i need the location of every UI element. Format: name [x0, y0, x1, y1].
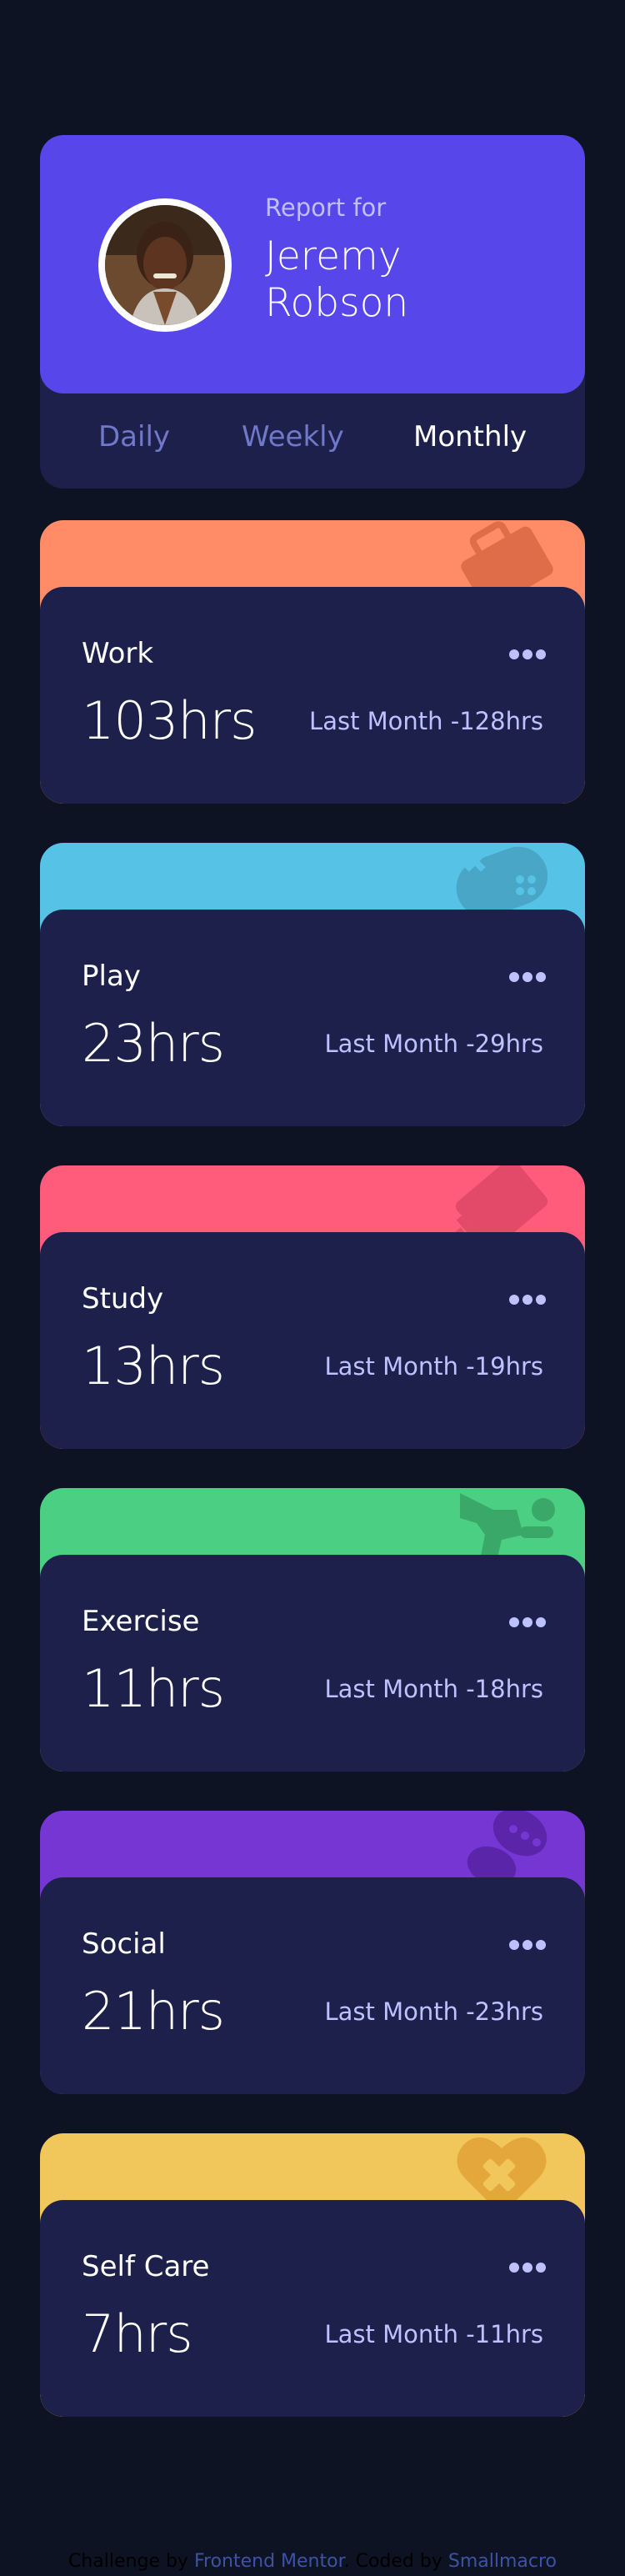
activity-title: Play [82, 960, 141, 993]
activity-card-body[interactable]: Work 103hrs Last Month -128hrs [40, 587, 585, 804]
ellipsis-icon[interactable] [508, 971, 547, 983]
ellipsis-icon[interactable] [508, 1616, 547, 1628]
activity-title: Self Care [82, 2250, 210, 2283]
previous-hours: Last Month -128hrs [309, 707, 543, 735]
activity-card-self-care: Self Care 7hrs Last Month -11hrs [40, 2133, 585, 2417]
previous-hours: Last Month -18hrs [324, 1675, 543, 1703]
activity-card-exercise: Exercise 11hrs Last Month -18hrs [40, 1488, 585, 1772]
ellipsis-icon[interactable] [508, 1294, 547, 1306]
report-for-label: Report for [265, 193, 387, 222]
activity-card-body[interactable]: Study 13hrs Last Month -19hrs [40, 1232, 585, 1449]
activity-card-body[interactable]: Social 21hrs Last Month -23hrs [40, 1877, 585, 2094]
current-hours: 103hrs [82, 690, 257, 751]
person-avatar-icon [105, 205, 225, 325]
tab-monthly[interactable]: Monthly [413, 420, 527, 454]
current-hours: 7hrs [82, 2303, 193, 2364]
activity-title: Exercise [82, 1605, 200, 1638]
previous-hours: Last Month -11hrs [324, 2320, 543, 2348]
previous-hours: Last Month -19hrs [324, 1352, 543, 1381]
tab-daily[interactable]: Daily [98, 420, 170, 454]
profile-header: Report for Jeremy Robson [40, 135, 585, 393]
attribution: Challenge by Frontend Mentor. Coded by S… [0, 2551, 625, 2572]
activity-card-study: Study 13hrs Last Month -19hrs [40, 1165, 585, 1449]
previous-hours: Last Month -29hrs [324, 1030, 543, 1058]
previous-hours: Last Month -23hrs [324, 1997, 543, 2026]
frontend-mentor-link[interactable]: Frontend Mentor [194, 2551, 344, 2572]
current-hours: 13hrs [82, 1336, 225, 1396]
ellipsis-icon[interactable] [508, 1939, 547, 1951]
activity-card-work: Work 103hrs Last Month -128hrs [40, 520, 585, 804]
avatar [98, 198, 232, 332]
activity-card-play: Play 23hrs Last Month -29hrs [40, 843, 585, 1126]
current-hours: 11hrs [82, 1658, 225, 1719]
activity-card-body[interactable]: Self Care 7hrs Last Month -11hrs [40, 2200, 585, 2417]
attribution-coded-text: . Coded by [343, 2551, 442, 2572]
user-name: Jeremy Robson [265, 233, 409, 326]
activity-card-body[interactable]: Play 23hrs Last Month -29hrs [40, 910, 585, 1126]
activity-title: Social [82, 1927, 166, 1961]
current-hours: 21hrs [82, 1981, 225, 2042]
attribution-challenge-text: Challenge by [68, 2551, 188, 2572]
activity-title: Work [82, 637, 154, 670]
activity-card-body[interactable]: Exercise 11hrs Last Month -18hrs [40, 1555, 585, 1772]
ellipsis-icon[interactable] [508, 2262, 547, 2273]
activity-title: Study [82, 1282, 164, 1316]
ellipsis-icon[interactable] [508, 649, 547, 660]
activity-card-social: Social 21hrs Last Month -23hrs [40, 1811, 585, 2094]
author-link[interactable]: Smallmacro [448, 2551, 557, 2572]
profile-card: Report for Jeremy Robson Daily Weekly Mo… [40, 135, 585, 489]
tab-weekly[interactable]: Weekly [242, 420, 344, 454]
current-hours: 23hrs [82, 1013, 225, 1074]
